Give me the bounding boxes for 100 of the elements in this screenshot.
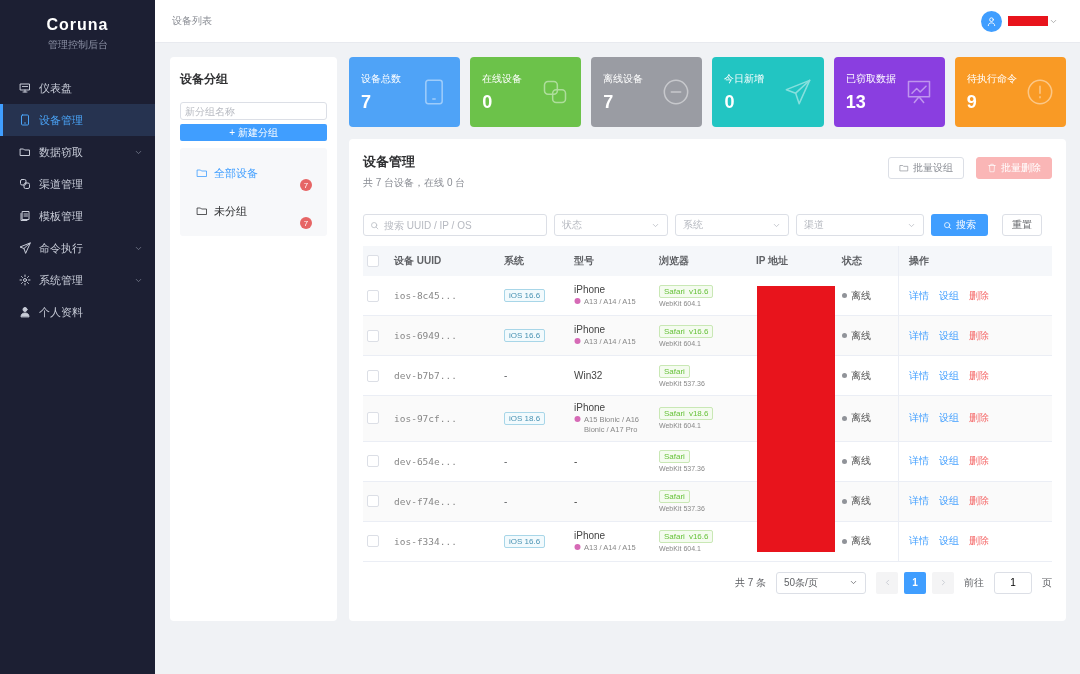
uuid-text: ios-f334...	[394, 535, 457, 547]
row-checkbox[interactable]	[367, 412, 379, 425]
sidebar-item[interactable]: 数据窃取	[0, 136, 155, 168]
model-text: iPhone	[574, 324, 607, 336]
reset-button[interactable]: 重置	[1002, 214, 1042, 236]
section-title: 设备管理	[363, 153, 416, 171]
sidebar-item[interactable]: 渠道管理	[0, 168, 155, 200]
details-link[interactable]: 详情	[908, 412, 929, 424]
row-checkbox[interactable]	[367, 455, 379, 468]
row-checkbox[interactable]	[367, 369, 379, 382]
folder-icon	[899, 163, 909, 173]
group-link[interactable]: 设组	[938, 455, 959, 466]
stat-label: 离线设备	[603, 71, 645, 86]
delete-link[interactable]: 删除	[968, 369, 989, 381]
search-icon	[370, 221, 379, 230]
copy-icon	[19, 210, 31, 222]
sidebar-item[interactable]: 仪表盘	[0, 72, 155, 104]
column-header: 设备 UUID	[390, 246, 500, 276]
group-item[interactable]: 未分组 7	[180, 192, 327, 230]
details-link[interactable]: 详情	[908, 495, 929, 506]
model-text: Win32	[574, 370, 604, 381]
model-text: iPhone	[574, 402, 607, 413]
group-link[interactable]: 设组	[938, 369, 959, 381]
filter-dropdown[interactable]: 状态	[554, 214, 668, 236]
filter-dropdown[interactable]: 系统	[675, 214, 789, 236]
group-link[interactable]: 设组	[938, 535, 959, 546]
delete-link[interactable]: 删除	[968, 535, 989, 546]
filter-dropdown[interactable]: 渠道	[796, 214, 924, 236]
group-item[interactable]: 全部设备 7	[180, 154, 327, 192]
model-text: iPhone	[574, 529, 607, 541]
sidebar-item[interactable]: 模板管理	[0, 200, 155, 232]
chip-icon	[574, 416, 581, 422]
folder-icon	[19, 146, 31, 158]
delete-link[interactable]: 删除	[968, 289, 989, 301]
app-title: Coruna	[46, 16, 109, 34]
previous-page-button[interactable]	[876, 571, 898, 594]
stat-value: 9	[966, 91, 978, 113]
search-button[interactable]: 搜索	[931, 214, 988, 236]
stat-label: 待执行命令	[966, 71, 1018, 86]
uuid-text: dev-b7b7...	[394, 370, 457, 381]
browser-tag: Safari v18.6	[659, 407, 714, 421]
column-header: 浏览器	[655, 246, 752, 276]
row-checkbox[interactable]	[367, 329, 379, 342]
model-text: -	[574, 455, 579, 467]
page-number-field[interactable]: 1	[994, 571, 1032, 594]
details-link[interactable]: 详情	[908, 455, 929, 466]
select-all-checkbox[interactable]	[367, 255, 379, 268]
delete-link[interactable]: 删除	[968, 412, 989, 424]
stat-value: 13	[845, 91, 867, 113]
sidebar-item[interactable]: 系统管理	[0, 264, 155, 296]
column-header: 状态	[838, 246, 898, 276]
next-page-button[interactable]	[932, 571, 954, 594]
delete-link[interactable]: 删除	[968, 329, 989, 341]
delete-link[interactable]: 删除	[968, 455, 989, 466]
page-size-dropdown[interactable]: 50条/页	[776, 571, 866, 594]
delete-link[interactable]: 删除	[968, 495, 989, 506]
browser-tag: Safari v16.6	[659, 284, 714, 298]
os-text: -	[504, 455, 508, 467]
os-tag: iOS 16.6	[504, 329, 546, 342]
status-text: 离线	[851, 288, 871, 303]
group-link[interactable]: 设组	[938, 329, 959, 341]
tablet-icon	[19, 114, 31, 126]
group-link[interactable]: 设组	[938, 495, 959, 506]
details-link[interactable]: 详情	[908, 329, 929, 341]
count-badge: 7	[300, 179, 312, 191]
sidebar-item[interactable]: 设备管理	[0, 104, 155, 136]
row-checkbox[interactable]	[367, 495, 379, 508]
trash-icon	[987, 163, 997, 173]
folder-icon	[196, 167, 208, 179]
count-badge: 7	[300, 217, 312, 229]
details-link[interactable]: 详情	[908, 369, 929, 381]
sidebar-item[interactable]: 命令执行	[0, 232, 155, 264]
new-group-button[interactable]: + 新建分组	[180, 124, 327, 141]
uuid-text: ios-97cf...	[394, 412, 457, 424]
avatar-icon[interactable]	[981, 10, 1002, 32]
column-header: 型号	[570, 246, 655, 276]
minus-icon	[662, 78, 691, 106]
gear-icon	[19, 274, 31, 286]
page-button[interactable]: 1	[904, 571, 926, 594]
column-header: IP 地址	[752, 246, 838, 276]
details-link[interactable]: 详情	[908, 289, 929, 301]
alert-icon	[1026, 78, 1054, 106]
uuid-text: dev-654e...	[394, 455, 457, 467]
details-link[interactable]: 详情	[908, 535, 929, 546]
sidebar-item[interactable]: 个人资料	[0, 296, 155, 328]
row-checkbox[interactable]	[367, 289, 379, 302]
batch-group-button[interactable]: 批量设组	[888, 157, 964, 179]
group-name-field[interactable]: 新分组名称	[180, 102, 327, 120]
stat-value: 7	[603, 91, 615, 113]
row-checkbox[interactable]	[367, 535, 379, 548]
group-link[interactable]: 设组	[938, 289, 959, 301]
search-field[interactable]: 搜索 UUID / IP / OS	[363, 214, 547, 236]
status-text: 离线	[851, 368, 871, 383]
chip-icon	[574, 298, 581, 305]
column-header: 操作	[898, 246, 1052, 276]
group-link[interactable]: 设组	[938, 412, 959, 424]
status-text: 离线	[851, 494, 871, 508]
status-text: 离线	[851, 328, 871, 343]
browser-tag: Safari v16.6	[659, 530, 714, 543]
plane-icon	[783, 78, 812, 106]
